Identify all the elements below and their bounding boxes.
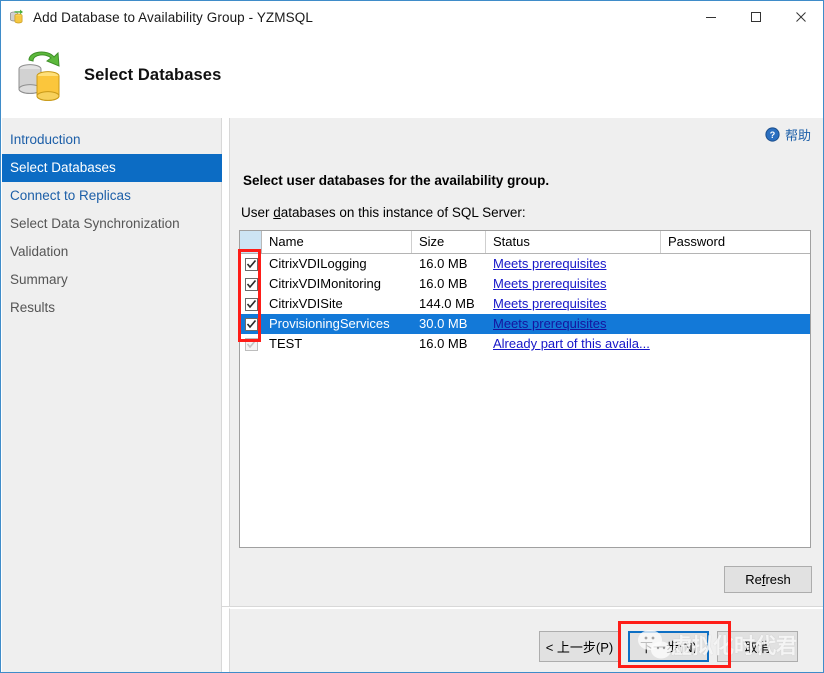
cell-name: ProvisioningServices <box>262 314 412 334</box>
minimize-icon[interactable] <box>688 1 733 32</box>
title-bar: Add Database to Availability Group - YZM… <box>1 1 823 33</box>
cell-size: 30.0 MB <box>412 314 486 334</box>
status-link[interactable]: Meets prerequisites <box>493 256 606 271</box>
column-header-checkbox[interactable] <box>240 231 262 253</box>
table-row[interactable]: TEST 16.0 MB Already part of this availa… <box>240 334 810 354</box>
cell-size: 16.0 MB <box>412 274 486 294</box>
help-label: 帮助 <box>785 125 811 144</box>
status-link[interactable]: Meets prerequisites <box>493 316 606 331</box>
grid-label-pre: User <box>241 205 273 220</box>
sidebar-item-select-databases[interactable]: Select Databases <box>2 154 222 182</box>
status-link[interactable]: Already part of this availa... <box>493 336 650 351</box>
sidebar-item-validation: Validation <box>2 238 221 266</box>
window-title: Add Database to Availability Group - YZM… <box>33 10 313 25</box>
next-button[interactable]: 下一步(N) <box>628 631 709 662</box>
checkbox-checked-icon[interactable] <box>245 278 258 291</box>
status-link[interactable]: Meets prerequisites <box>493 296 606 311</box>
column-header-status[interactable]: Status <box>486 231 661 253</box>
table-row[interactable]: CitrixVDILogging 16.0 MB Meets prerequis… <box>240 254 810 274</box>
row-checkbox-cell <box>240 338 262 351</box>
sidebar-item-select-data-synchronization: Select Data Synchronization <box>2 210 221 238</box>
database-sync-icon <box>12 47 70 105</box>
sidebar-item-summary: Summary <box>2 266 221 294</box>
help-link[interactable]: ? 帮助 <box>765 125 811 144</box>
cell-name: CitrixVDISite <box>262 294 412 314</box>
column-header-password[interactable]: Password <box>661 231 810 253</box>
refresh-label-post: resh <box>765 572 790 587</box>
databases-grid[interactable]: Name Size Status Password CitrixVDILoggi… <box>239 230 811 548</box>
row-checkbox-cell[interactable] <box>240 258 262 271</box>
status-link[interactable]: Meets prerequisites <box>493 276 606 291</box>
help-circle-icon: ? <box>765 127 780 142</box>
cell-status[interactable]: Meets prerequisites <box>486 314 661 334</box>
previous-button[interactable]: < 上一步(P) <box>539 631 620 662</box>
sidebar-item-connect-to-replicas[interactable]: Connect to Replicas <box>2 182 221 210</box>
column-header-name[interactable]: Name <box>262 231 412 253</box>
cell-status[interactable]: Meets prerequisites <box>486 274 661 294</box>
cell-name: CitrixVDIMonitoring <box>262 274 412 294</box>
svg-text:?: ? <box>770 130 776 140</box>
cell-name: TEST <box>262 334 412 354</box>
grid-label-accesskey: d <box>273 205 281 220</box>
content-panel: ? 帮助 Select user databases for the avail… <box>229 118 823 607</box>
cell-status[interactable]: Already part of this availa... <box>486 334 661 354</box>
wizard-sidebar: Introduction Select Databases Connect to… <box>2 118 222 672</box>
checkbox-checked-icon[interactable] <box>245 318 258 331</box>
cell-size: 16.0 MB <box>412 254 486 274</box>
grid-label: User databases on this instance of SQL S… <box>241 205 526 220</box>
page-title: Select Databases <box>84 66 221 85</box>
footer-bar: < 上一步(P) 下一步(N) 取消 <box>229 608 823 672</box>
table-row[interactable]: ProvisioningServices 30.0 MB Meets prere… <box>240 314 810 334</box>
cancel-button[interactable]: 取消 <box>717 631 798 662</box>
footer-divider <box>222 606 823 607</box>
window-controls <box>688 1 823 32</box>
refresh-button[interactable]: Refresh <box>724 566 812 593</box>
close-icon[interactable] <box>778 1 823 32</box>
cell-size: 144.0 MB <box>412 294 486 314</box>
dialog-window: Add Database to Availability Group - YZM… <box>0 0 824 673</box>
grid-header-row: Name Size Status Password <box>240 231 810 254</box>
table-row[interactable]: CitrixVDIMonitoring 16.0 MB Meets prereq… <box>240 274 810 294</box>
row-checkbox-cell[interactable] <box>240 278 262 291</box>
page-header: Select Databases <box>1 33 823 118</box>
cell-status[interactable]: Meets prerequisites <box>486 254 661 274</box>
checkbox-checked-icon[interactable] <box>245 258 258 271</box>
sidebar-item-introduction[interactable]: Introduction <box>2 126 221 154</box>
column-header-size[interactable]: Size <box>412 231 486 253</box>
cell-size: 16.0 MB <box>412 334 486 354</box>
maximize-icon[interactable] <box>733 1 778 32</box>
grid-label-post: atabases on this instance of SQL Server: <box>281 205 526 220</box>
instruction-text: Select user databases for the availabili… <box>243 173 549 188</box>
checkbox-checked-icon[interactable] <box>245 298 258 311</box>
refresh-label-pre: Re <box>745 572 762 587</box>
cell-name: CitrixVDILogging <box>262 254 412 274</box>
sidebar-item-results: Results <box>2 294 221 322</box>
database-icon <box>9 9 25 25</box>
row-checkbox-cell[interactable] <box>240 318 262 331</box>
cell-status[interactable]: Meets prerequisites <box>486 294 661 314</box>
table-row[interactable]: CitrixVDISite 144.0 MB Meets prerequisit… <box>240 294 810 314</box>
checkbox-disabled-icon <box>245 338 258 351</box>
row-checkbox-cell[interactable] <box>240 298 262 311</box>
